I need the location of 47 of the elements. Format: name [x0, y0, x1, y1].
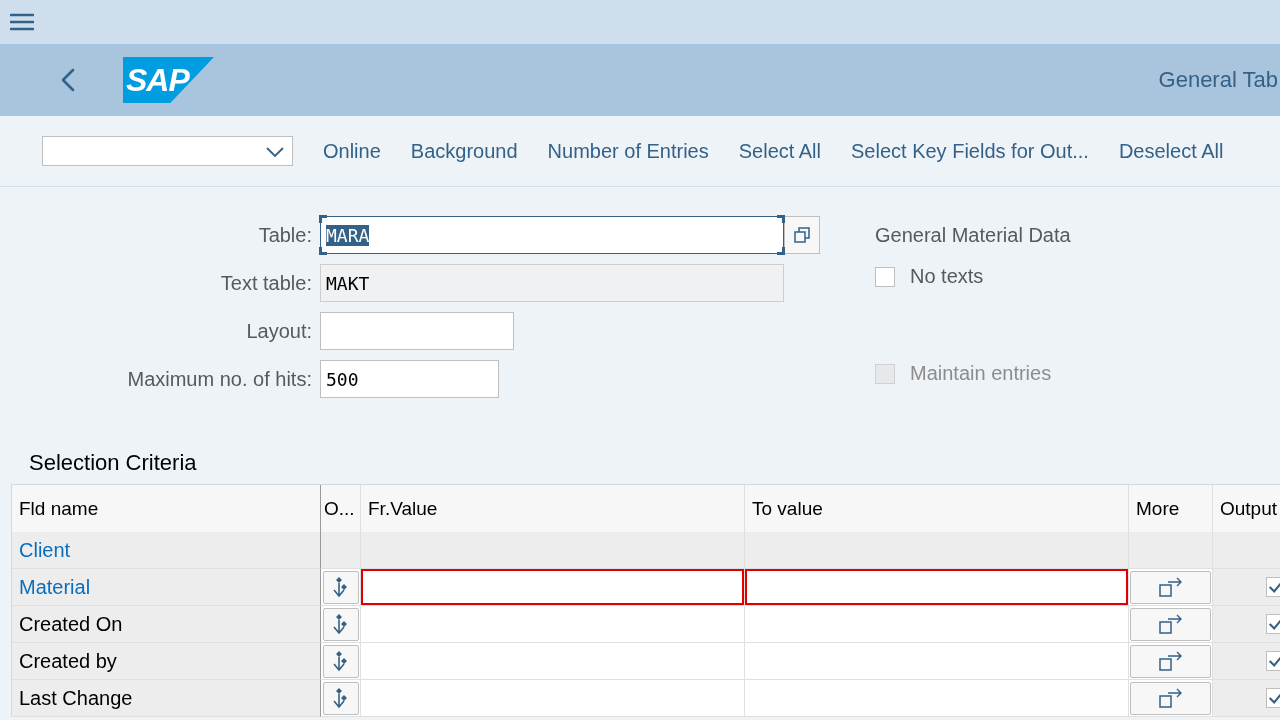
- toolbar-button[interactable]: Background: [410, 139, 518, 163]
- toolbar-button[interactable]: Number of Entries: [547, 139, 709, 163]
- column-header: Fr.Value: [360, 485, 744, 532]
- field-label: Layout:: [245, 319, 313, 343]
- input-field[interactable]: 500: [320, 360, 499, 398]
- section-title: General Material Data: [875, 224, 1071, 247]
- caret-icon: [266, 147, 284, 157]
- column-header: Output: [1212, 485, 1280, 532]
- toolbar-button[interactable]: Deselect All: [1118, 139, 1224, 163]
- menu-icon[interactable]: [10, 13, 34, 31]
- column-header: Fld name: [11, 485, 321, 532]
- from-value-field[interactable]: [361, 569, 744, 605]
- output-checkbox[interactable]: [1266, 651, 1280, 671]
- input-field[interactable]: [320, 312, 514, 350]
- checkbox-label: Maintain entries: [910, 362, 1052, 385]
- field-label: Text table:: [219, 271, 313, 295]
- checkbox-label: No texts: [910, 265, 984, 288]
- back-icon[interactable]: [61, 68, 75, 92]
- multiple-selection-icon: [1157, 576, 1184, 598]
- checkbox[interactable]: [875, 266, 895, 287]
- output-checkbox[interactable]: [1266, 688, 1280, 708]
- field-name: Created On: [19, 612, 123, 636]
- section-title: Selection Criteria: [29, 450, 198, 477]
- to-value-field[interactable]: [745, 569, 1128, 605]
- column-header: O...: [321, 485, 360, 532]
- multiple-selection-icon: [1157, 650, 1184, 672]
- input-field: MAKT: [320, 264, 784, 302]
- toolbar-button[interactable]: Select All: [738, 139, 821, 163]
- field-name[interactable]: Material: [19, 575, 91, 599]
- output-checkbox[interactable]: [1266, 614, 1280, 634]
- multiple-selection-icon: [1157, 613, 1184, 635]
- page-title: General Tab: [1158, 67, 1279, 93]
- toolbar-button[interactable]: Online: [323, 139, 381, 163]
- field-label: Table:: [257, 223, 313, 247]
- field-name: Last Change: [19, 686, 133, 710]
- copy-icon: [793, 226, 811, 244]
- toolbar-button[interactable]: Select Key Fields for Out...: [851, 139, 1089, 163]
- input-field[interactable]: MARA: [320, 216, 784, 254]
- field-label: Maximum no. of hits:: [126, 367, 313, 391]
- field-name: Created by: [19, 649, 117, 673]
- logo: SAP: [123, 57, 214, 103]
- column-header: More: [1128, 485, 1212, 532]
- multiple-selection-icon: [1157, 687, 1184, 709]
- output-checkbox[interactable]: [1266, 577, 1280, 597]
- column-header: To value: [744, 485, 1128, 532]
- copy-button[interactable]: [784, 216, 820, 254]
- field-name[interactable]: Client: [19, 538, 71, 562]
